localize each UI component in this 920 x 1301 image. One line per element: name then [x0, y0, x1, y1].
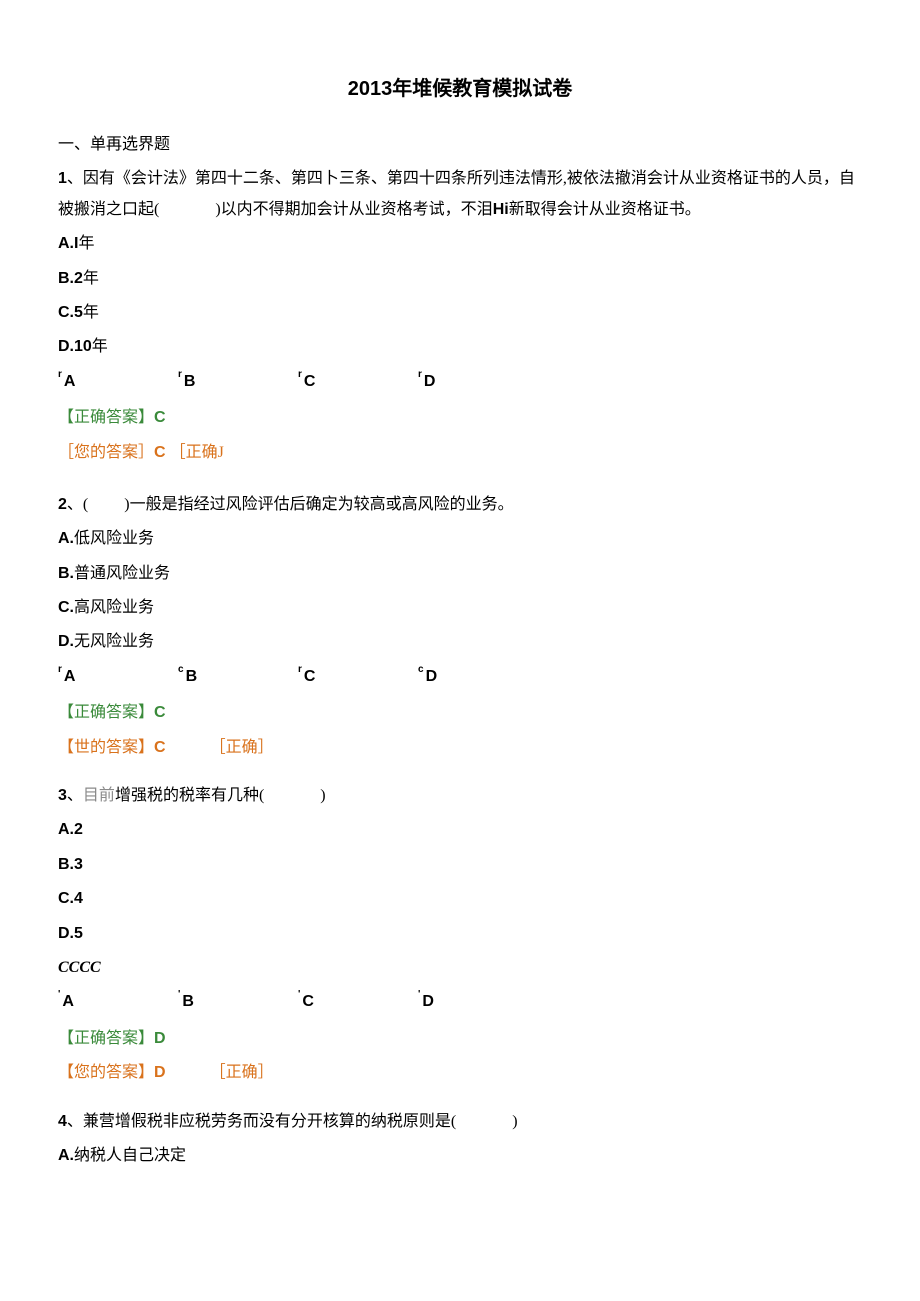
q2-choice-a: rA: [58, 662, 178, 692]
q2-option-d: D.无风险业务: [58, 627, 862, 657]
q3-choice-row: 'A 'B 'C 'D: [58, 987, 862, 1017]
q3-choice-b: 'B: [178, 987, 298, 1017]
title-rest: 年堆候教育模拟试卷: [392, 78, 572, 100]
q1-correct-answer: 【正确答案】C: [58, 403, 862, 433]
document-title: 2013年堆候教育模拟试卷: [58, 70, 862, 108]
q3-correct-answer: 【正确答案】D: [58, 1024, 862, 1054]
q2-option-c: C.高风险业务: [58, 593, 862, 623]
q3-option-c: C.4: [58, 884, 862, 914]
q2-option-a: A.低风险业务: [58, 524, 862, 554]
q1-option-c: C.5年: [58, 298, 862, 328]
q3-choice-a: 'A: [58, 987, 178, 1017]
q1-option-d: D.10年: [58, 332, 862, 362]
section-heading: 一、单再选界题: [58, 130, 862, 160]
q1-option-a: A.I年: [58, 229, 862, 259]
q3-option-a: A.2: [58, 815, 862, 845]
q2-choice-row: rA cB rC cD: [58, 662, 862, 692]
q3-option-b: B.3: [58, 850, 862, 880]
q1-choice-b: rB: [178, 367, 298, 397]
q1-choice-row: rA rB rC rD: [58, 367, 862, 397]
q2-choice-d: cD: [418, 662, 538, 692]
q3-choice-d: 'D: [418, 987, 538, 1017]
q1-option-b: B.2年: [58, 264, 862, 294]
q3-your-answer: 【您的答案】D ［正确］: [58, 1058, 862, 1088]
q2-choice-c: rC: [298, 662, 418, 692]
q3-text: 3、目前增强税的税率有几种(): [58, 781, 862, 811]
q1-choice-c: rC: [298, 367, 418, 397]
q2-choice-b: cB: [178, 662, 298, 692]
q4-option-a: A.纳税人自己决定: [58, 1141, 862, 1171]
q2-your-answer: 【世的答案】C ［正确］: [58, 733, 862, 763]
page: 2013年堆候教育模拟试卷 一、单再选界题 1、因有《会计法》第四十二条、第四卜…: [0, 0, 920, 1301]
q3-cccc: CCCC: [58, 953, 862, 983]
q2-option-b: B.普通风险业务: [58, 559, 862, 589]
title-year: 2013: [348, 78, 393, 100]
q4-text: 4、兼营增假税非应税劳务而没有分开核算的纳税原则是(): [58, 1107, 862, 1137]
q2-text: 2、()一般是指经过风险评估后确定为较高或高风险的业务。: [58, 490, 862, 520]
q1-choice-d: rD: [418, 367, 538, 397]
q2-correct-answer: 【正确答案】C: [58, 698, 862, 728]
q1-choice-a: rA: [58, 367, 178, 397]
q1-text: 1、因有《会计法》第四十二条、第四卜三条、第四十四条所列违法情形,被依法撤消会计…: [58, 164, 862, 225]
q3-option-d: D.5: [58, 919, 862, 949]
q3-choice-c: 'C: [298, 987, 418, 1017]
q1-your-answer: ［您的答案］C ［正确J: [58, 438, 862, 468]
